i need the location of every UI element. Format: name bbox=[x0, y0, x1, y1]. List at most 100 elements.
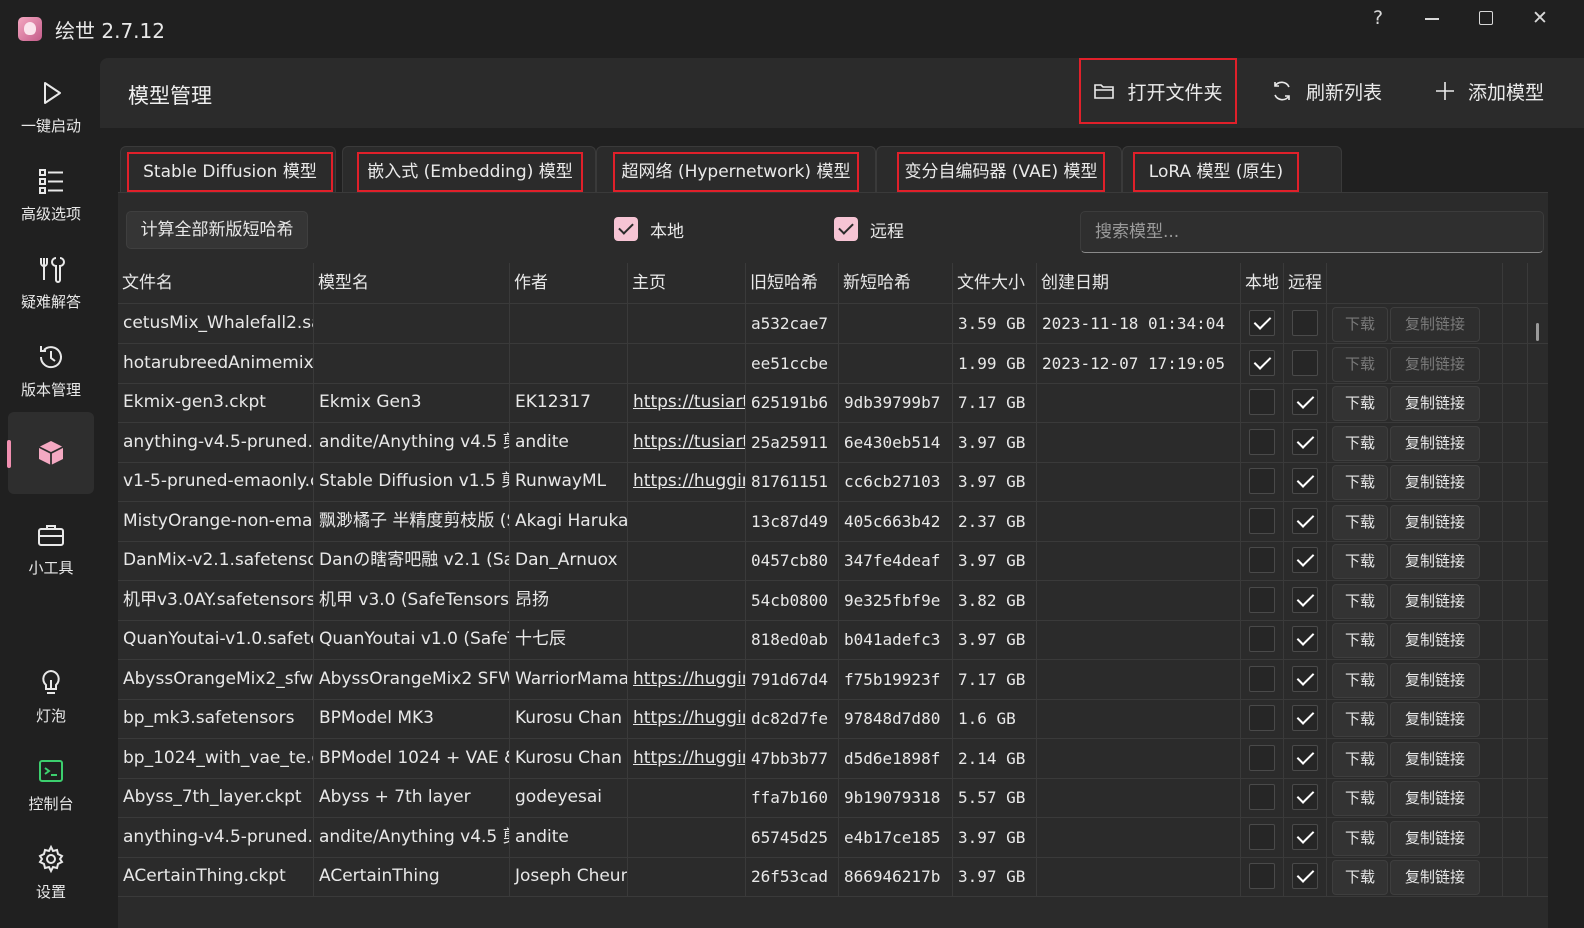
column-header-local[interactable]: 本地 bbox=[1241, 263, 1284, 303]
remote-checkbox[interactable] bbox=[1292, 784, 1318, 810]
sidebar-item-launch[interactable]: 一键启动 bbox=[8, 64, 94, 146]
download-button[interactable]: 下载 bbox=[1332, 741, 1388, 777]
homepage-link[interactable]: https://huggingface.co bbox=[633, 669, 745, 689]
table-row[interactable]: ACertainThing.ckpt ACertainThing Joseph Ch… bbox=[118, 857, 1548, 897]
homepage-link[interactable]: https://huggingface.co bbox=[633, 708, 745, 728]
remote-checkbox[interactable] bbox=[1292, 744, 1318, 771]
remote-checkbox[interactable] bbox=[1292, 547, 1318, 573]
copy-link-button[interactable]: 复制链接 bbox=[1390, 504, 1480, 540]
table-row[interactable]: cetusMix_Whalefall2.safetensors a532cae7 3… bbox=[118, 304, 1548, 344]
download-button[interactable]: 下载 bbox=[1332, 623, 1388, 658]
local-checkbox[interactable] bbox=[1249, 586, 1275, 613]
table-row[interactable]: Ekmix-gen3.ckpt Ekmix Gen3 EK12317 https://… bbox=[118, 383, 1548, 423]
column-header-new-hash[interactable]: 新短哈希 bbox=[839, 263, 953, 303]
refresh-list-button[interactable]: 刷新列表 bbox=[1270, 58, 1382, 124]
download-button[interactable]: 下载 bbox=[1332, 465, 1388, 500]
download-button[interactable]: 下载 bbox=[1332, 504, 1388, 540]
remote-checkbox[interactable] bbox=[1292, 586, 1318, 613]
local-checkbox[interactable] bbox=[1249, 310, 1275, 336]
copy-link-button[interactable]: 复制链接 bbox=[1390, 544, 1480, 579]
table-row[interactable]: MistyOrange-non-ema.safetensors 飘渺橘子 半精度剪… bbox=[118, 501, 1548, 542]
copy-link-button[interactable]: 复制链接 bbox=[1390, 425, 1480, 461]
table-row[interactable]: AbyssOrangeMix2_sfw.safetensors AbyssOran… bbox=[118, 659, 1548, 700]
close-button[interactable]: ✕ bbox=[1520, 6, 1560, 30]
copy-link-button[interactable]: 复制链接 bbox=[1390, 465, 1480, 500]
copy-link-button[interactable]: 复制链接 bbox=[1390, 662, 1480, 698]
sidebar-item-models[interactable] bbox=[7, 412, 94, 494]
remote-checkbox[interactable] bbox=[1292, 626, 1318, 652]
copy-link-button[interactable]: 复制链接 bbox=[1390, 702, 1480, 737]
sidebar-item-versions[interactable]: 版本管理 bbox=[8, 328, 94, 410]
download-button[interactable]: 下载 bbox=[1332, 860, 1388, 895]
table-row[interactable]: hotarubreedAnimemix_v10.safetensors ee51c… bbox=[118, 343, 1548, 384]
local-checkbox[interactable] bbox=[1249, 468, 1275, 494]
table-row[interactable]: DanMix-v2.1.safetensorsDanの瞎寄吧融 v2.1 (Sa… bbox=[118, 541, 1548, 581]
local-checkbox[interactable] bbox=[1249, 744, 1275, 771]
remote-checkbox[interactable] bbox=[1292, 863, 1318, 889]
maximize-button[interactable] bbox=[1466, 6, 1506, 30]
table-row[interactable]: v1-5-pruned-emaonly.ckpt Stable Diffusion… bbox=[118, 462, 1548, 502]
download-button[interactable]: 下载 bbox=[1332, 386, 1388, 421]
column-header-created-date[interactable]: 创建日期 bbox=[1037, 263, 1241, 303]
add-model-button[interactable]: 添加模型 bbox=[1434, 58, 1544, 124]
sidebar-item-advanced[interactable]: 高级选项 bbox=[8, 152, 94, 234]
remote-checkbox[interactable] bbox=[1292, 507, 1318, 534]
sidebar-item-settings[interactable]: 设置 bbox=[8, 830, 94, 912]
column-header-remote[interactable]: 远程 bbox=[1284, 263, 1327, 303]
copy-link-button[interactable]: 复制链接 bbox=[1390, 623, 1480, 658]
table-row[interactable]: 机甲v3.0AY.safetensors 机甲 v3.0 (SafeTensors… bbox=[118, 580, 1548, 621]
column-header-homepage[interactable]: 主页 bbox=[628, 263, 746, 303]
homepage-link[interactable]: https://huggingface.co bbox=[633, 748, 745, 768]
local-checkbox[interactable] bbox=[1249, 626, 1275, 652]
local-checkbox[interactable] bbox=[1249, 823, 1275, 850]
copy-link-button[interactable]: 复制链接 bbox=[1390, 820, 1480, 856]
download-button[interactable]: 下载 bbox=[1332, 702, 1388, 737]
download-button[interactable]: 下载 bbox=[1332, 425, 1388, 461]
local-checkbox[interactable] bbox=[1249, 547, 1275, 573]
remote-checkbox[interactable] bbox=[1292, 823, 1318, 850]
remote-checkbox[interactable] bbox=[1292, 665, 1318, 692]
sidebar-item-console[interactable]: 控制台 bbox=[8, 742, 94, 824]
minimize-button[interactable] bbox=[1412, 6, 1452, 30]
local-checkbox[interactable] bbox=[1249, 507, 1275, 534]
calc-hash-button[interactable]: 计算全部新版短哈希 bbox=[126, 211, 308, 249]
table-row[interactable]: anything-v4.5-pruned.ckpt andite/Anything… bbox=[118, 817, 1548, 858]
remote-filter-checkbox[interactable]: 远程 bbox=[834, 213, 904, 245]
tab-lora[interactable]: LoRA 模型 (原生) bbox=[1122, 146, 1342, 193]
sidebar-item-tools[interactable]: 小工具 bbox=[8, 506, 94, 588]
sidebar-item-lightbulb[interactable]: 灯泡 bbox=[8, 654, 94, 736]
remote-checkbox[interactable] bbox=[1292, 310, 1318, 336]
remote-checkbox[interactable] bbox=[1292, 389, 1318, 415]
local-filter-checkbox[interactable]: 本地 bbox=[614, 213, 684, 245]
column-header-old-hash[interactable]: 旧短哈希 bbox=[746, 263, 839, 303]
download-button[interactable]: 下载 bbox=[1332, 781, 1388, 816]
download-button[interactable]: 下载 bbox=[1332, 820, 1388, 856]
local-checkbox[interactable] bbox=[1249, 389, 1275, 415]
remote-checkbox[interactable] bbox=[1292, 468, 1318, 494]
open-folder-button[interactable]: 打开文件夹 bbox=[1079, 58, 1237, 124]
table-row[interactable]: anything-v4.5-pruned.safetensors andite/A… bbox=[118, 422, 1548, 463]
table-row[interactable]: bp_1024_with_vae_te.ckpt BPModel 1024 + V… bbox=[118, 738, 1548, 779]
remote-checkbox[interactable] bbox=[1292, 705, 1318, 731]
copy-link-button[interactable]: 复制链接 bbox=[1390, 307, 1480, 342]
copy-link-button[interactable]: 复制链接 bbox=[1390, 860, 1480, 895]
local-checkbox[interactable] bbox=[1249, 349, 1275, 376]
tab-vae[interactable]: 变分自编码器 (VAE) 模型 bbox=[876, 146, 1122, 193]
local-checkbox[interactable] bbox=[1249, 665, 1275, 692]
download-button[interactable]: 下载 bbox=[1332, 307, 1388, 342]
table-row[interactable]: QuanYoutai-v1.0.safetensors QuanYoutai v1… bbox=[118, 620, 1548, 660]
local-checkbox[interactable] bbox=[1249, 863, 1275, 889]
local-checkbox[interactable] bbox=[1249, 784, 1275, 810]
column-header-filename[interactable]: 文件名 bbox=[118, 263, 314, 303]
remote-checkbox[interactable] bbox=[1292, 428, 1318, 455]
download-button[interactable]: 下载 bbox=[1332, 544, 1388, 579]
sidebar-item-troubleshoot[interactable]: 疑难解答 bbox=[8, 240, 94, 322]
local-checkbox[interactable] bbox=[1249, 705, 1275, 731]
tab-hypernetwork[interactable]: 超网络 (Hypernetwork) 模型 bbox=[596, 146, 876, 193]
copy-link-button[interactable]: 复制链接 bbox=[1390, 583, 1480, 619]
local-checkbox[interactable] bbox=[1249, 428, 1275, 455]
copy-link-button[interactable]: 复制链接 bbox=[1390, 781, 1480, 816]
download-button[interactable]: 下载 bbox=[1332, 662, 1388, 698]
tab-stable-diffusion[interactable]: Stable Diffusion 模型 bbox=[120, 146, 336, 193]
column-header-author[interactable]: 作者 bbox=[510, 263, 628, 303]
